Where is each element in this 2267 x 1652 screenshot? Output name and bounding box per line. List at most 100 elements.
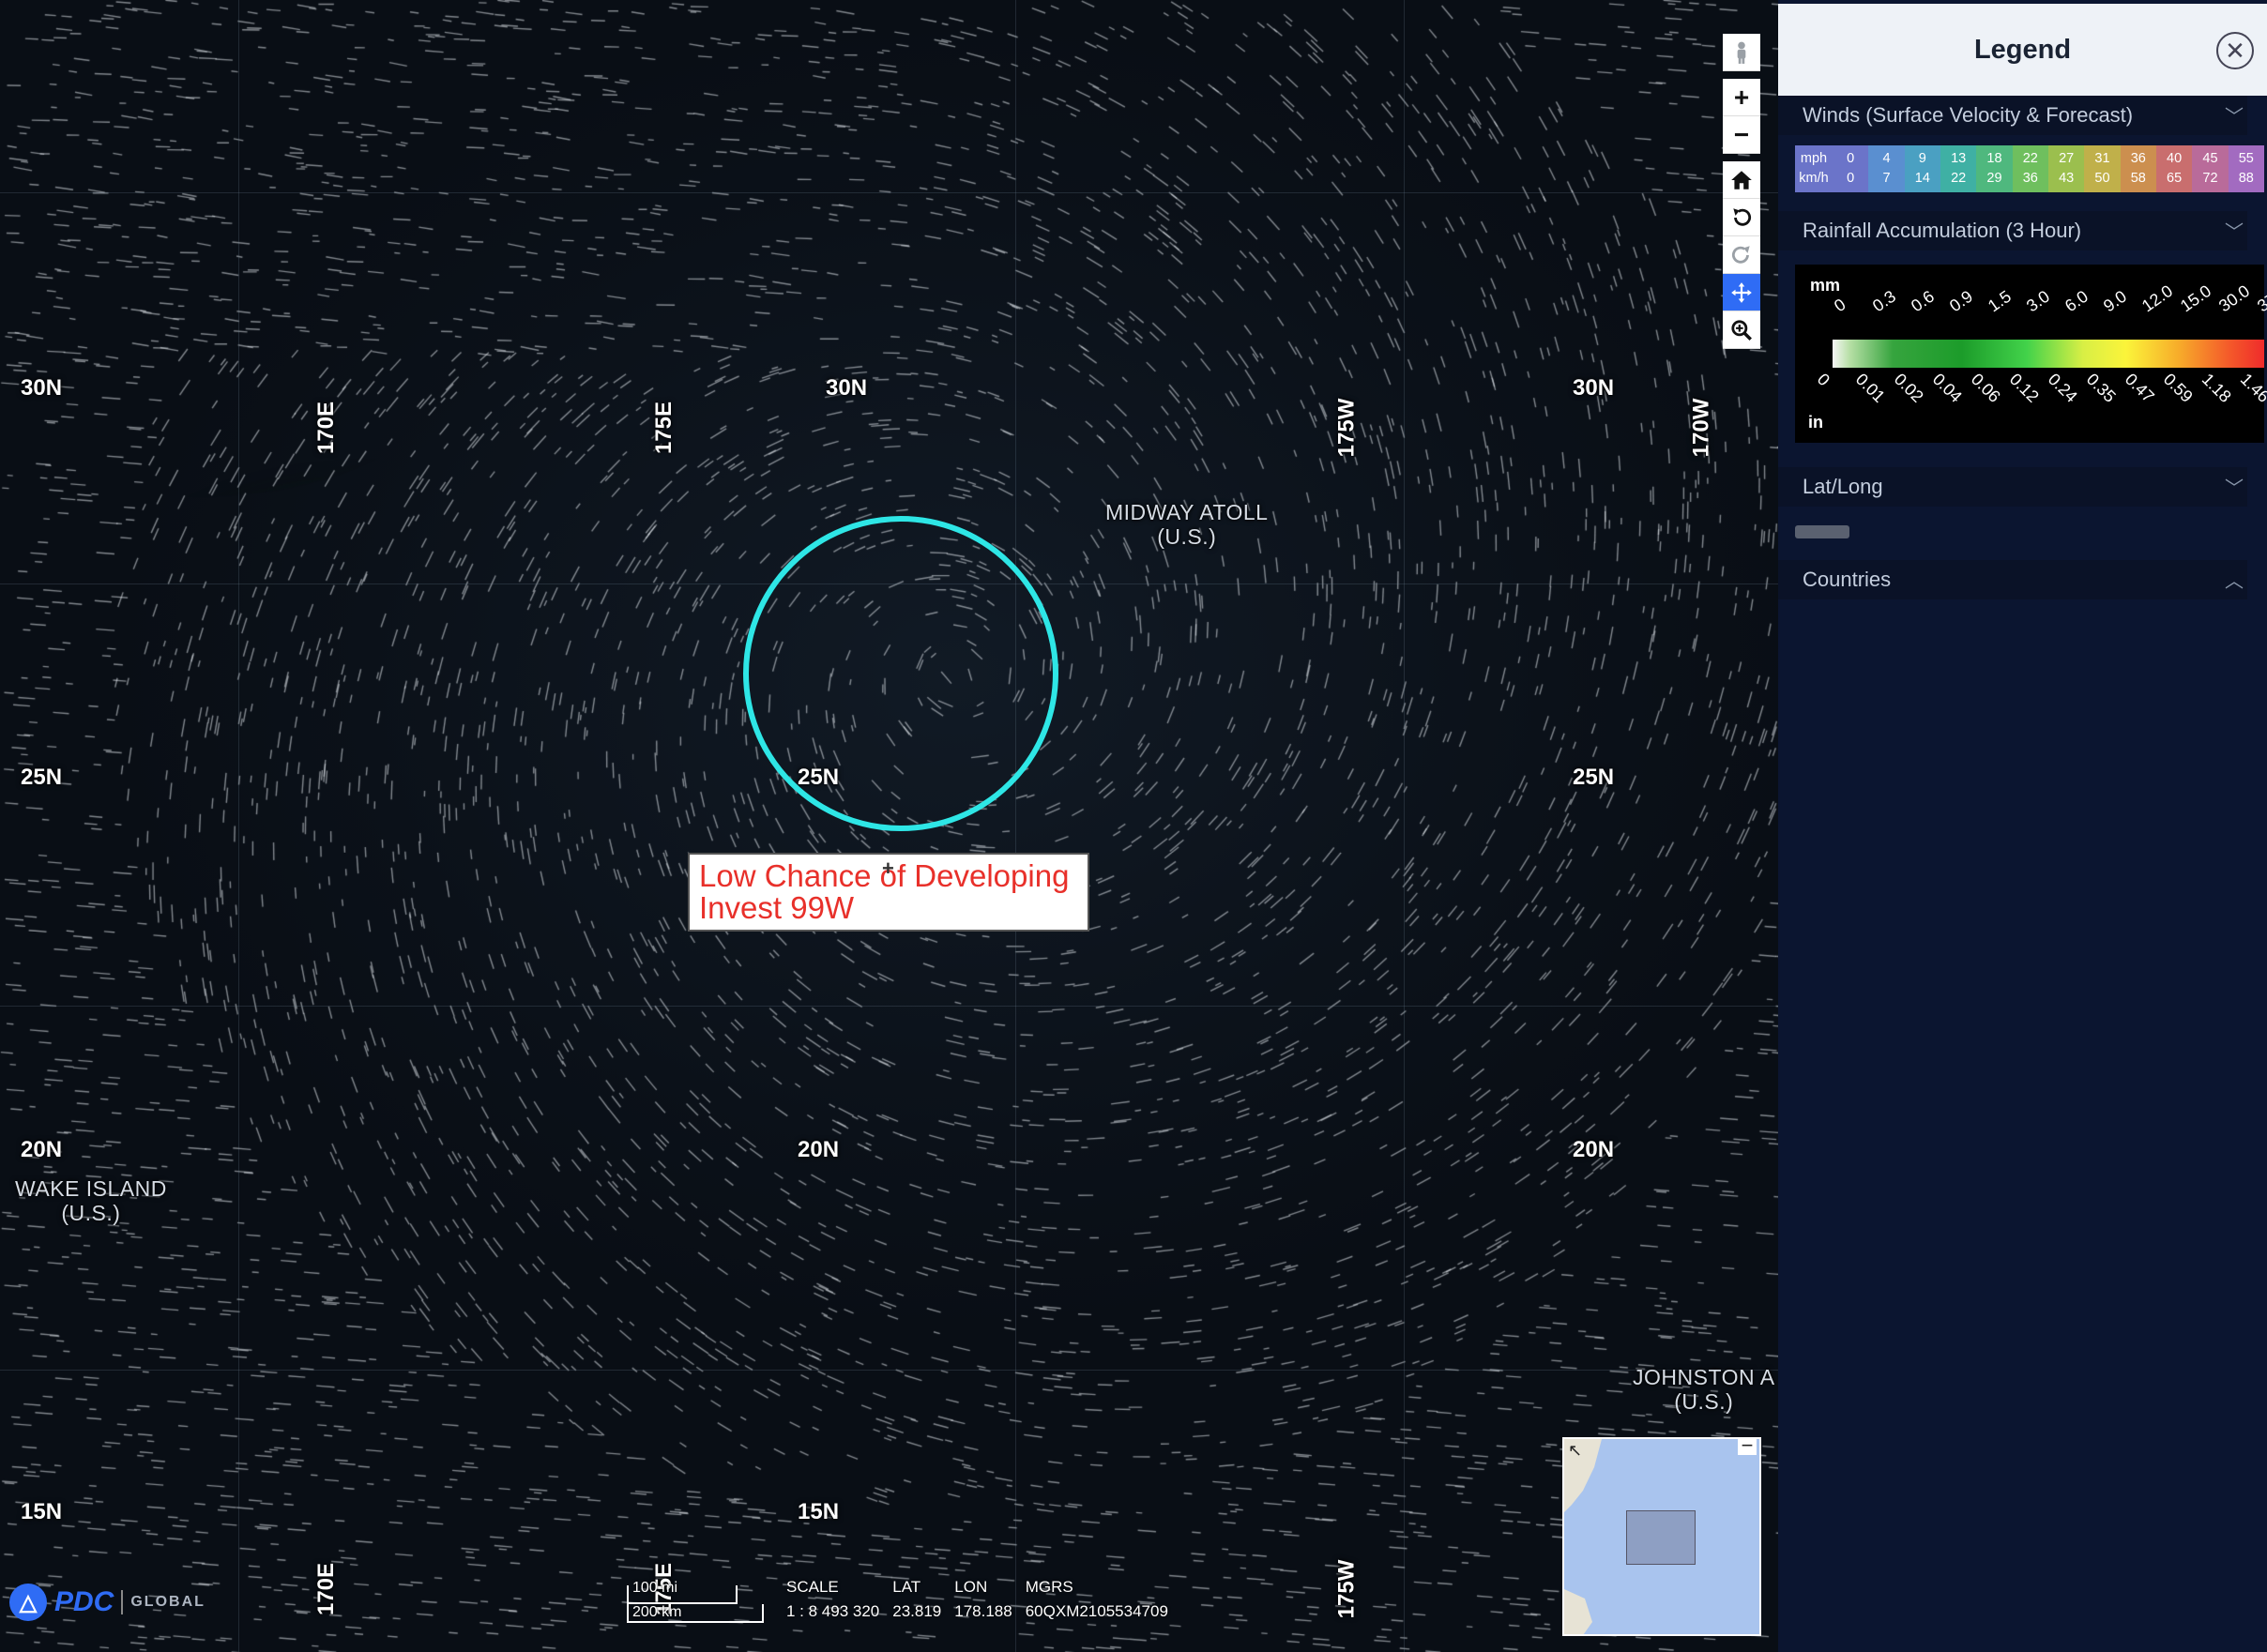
zoom-out-button[interactable]: −	[1723, 116, 1760, 154]
home-icon[interactable]	[1723, 161, 1760, 199]
wind-scale-step: 31 50	[2084, 145, 2121, 192]
rotate-left-icon[interactable]	[1723, 199, 1760, 236]
wind-scale-step: 40 65	[2155, 145, 2193, 192]
wind-scale-step: 55 88	[2228, 145, 2264, 192]
legend-section-countries[interactable]: Countries ︿	[1778, 560, 2247, 599]
legend-section-latlong[interactable]: Lat/Long ﹀	[1778, 467, 2247, 507]
lat-readout: LAT 23.819	[892, 1578, 941, 1621]
minimap-collapse-button[interactable]: −	[1738, 1439, 1757, 1456]
rain-mm-tick: 9.0	[2100, 286, 2130, 316]
wind-scale-step: 47	[1868, 145, 1905, 192]
wind-kmh-value: 50	[2094, 171, 2110, 186]
coordinate-readout: SCALE 1 : 8 493 320 LAT 23.819 LON 178.1…	[786, 1578, 1168, 1621]
storm-name-text: Invest 99W	[699, 890, 855, 925]
wind-unit-mph: mph	[1800, 151, 1828, 166]
mgrs-readout: MGRS 60QXM2105534709	[1026, 1578, 1168, 1621]
wind-scale-step: 22 36	[2012, 145, 2048, 192]
section-title: Lat/Long	[1803, 475, 1883, 498]
legend-panel: Legend ✕ Winds (Surface Velocity & Forec…	[1778, 0, 2267, 1652]
scale-tick	[627, 1585, 629, 1623]
scale-line-km	[627, 1621, 764, 1623]
scale-head: SCALE	[786, 1578, 839, 1596]
expand-icon[interactable]: ↖	[1568, 1441, 1582, 1461]
lat-label: 30N	[826, 375, 868, 401]
rain-mm-tick: 0.6	[1908, 286, 1938, 316]
wind-kmh-value: 0	[1847, 171, 1855, 186]
chevron-down-icon[interactable]: ﹀	[2225, 101, 2244, 129]
chevron-up-icon[interactable]: ︿	[2225, 566, 2244, 593]
lat-label: 25N	[21, 765, 63, 790]
wind-kmh-value: 36	[2022, 171, 2038, 186]
wind-scale-step: 00	[1833, 145, 1869, 192]
mgrs-head: MGRS	[1025, 1578, 1073, 1596]
graticule-line	[0, 192, 1778, 193]
rain-mm-tick: 6.0	[2062, 286, 2092, 316]
zoom-box-icon[interactable]	[1723, 311, 1760, 349]
wind-mph-value: 45	[2202, 151, 2218, 166]
rain-unit-mm: mm	[1810, 276, 1841, 295]
rain-mm-tick: 37.0	[2254, 280, 2267, 316]
scale-tick	[736, 1585, 738, 1604]
storm-area-ring[interactable]	[743, 516, 1058, 831]
place-country: (U.S.)	[1674, 1389, 1734, 1414]
wind-mph-value: 18	[1986, 151, 2002, 166]
zoom-in-button[interactable]: +	[1723, 79, 1760, 116]
scale-value: 1 : 8 493 320	[786, 1602, 880, 1620]
lon-head: LON	[954, 1578, 988, 1596]
wind-mph-value: 27	[2059, 151, 2075, 166]
wind-mph-value: 0	[1847, 151, 1855, 166]
lat-head: LAT	[892, 1578, 921, 1596]
lon-label: 170E	[313, 401, 340, 455]
scale-bar: 100 mi 200 km	[627, 1576, 768, 1623]
pan-icon[interactable]	[1723, 274, 1760, 311]
pegman-icon[interactable]	[1723, 34, 1760, 71]
wind-mph-value: 4	[1882, 151, 1891, 166]
graticule-line	[238, 0, 239, 1652]
wind-mph-value: 40	[2167, 151, 2183, 166]
close-icon[interactable]: ✕	[2216, 32, 2254, 69]
minimap-viewport[interactable]	[1626, 1510, 1696, 1565]
rain-in-tick: 0.12	[2005, 370, 2043, 406]
rain-mm-tick: 30.0	[2215, 280, 2254, 316]
wind-mph-value: 9	[1918, 151, 1926, 166]
latlong-line-swatch	[1795, 525, 1849, 538]
logo-divider	[121, 1590, 124, 1614]
rain-in-tick: 0.35	[2082, 370, 2120, 406]
place-label-wake: WAKE ISLAND (U.S.)	[15, 1176, 167, 1225]
place-label-johnston: JOHNSTON A (U.S.)	[1633, 1365, 1775, 1414]
legend-section-winds[interactable]: Winds (Surface Velocity & Forecast) ﹀	[1778, 96, 2247, 135]
wind-kmh-value: 29	[1986, 171, 2002, 186]
wind-scale-step: 18 29	[1976, 145, 2013, 192]
rain-mm-tick: 0.9	[1946, 286, 1976, 316]
lat-label: 20N	[21, 1137, 63, 1162]
graticule-line	[0, 1370, 1778, 1371]
rain-in-tick: 0.47	[2121, 370, 2158, 406]
lat-value: 23.819	[892, 1602, 942, 1620]
overview-minimap[interactable]: ↖ −	[1562, 1437, 1761, 1636]
wind-kmh-value: 22	[1951, 171, 1967, 186]
lon-label: 170E	[313, 1562, 340, 1616]
place-name: MIDWAY ATOLL	[1105, 500, 1269, 524]
rotate-right-icon[interactable]	[1723, 236, 1760, 274]
chevron-down-icon[interactable]: ﹀	[2225, 217, 2244, 244]
wind-mph-value: 13	[1951, 151, 1967, 166]
section-title: Winds (Surface Velocity & Forecast)	[1803, 103, 2134, 127]
wind-kmh-value: 7	[1882, 171, 1891, 186]
rainfall-gradient	[1833, 340, 2264, 368]
rain-mm-tick: 0.3	[1869, 286, 1899, 316]
pdc-logo: △ PDC GLOBAL	[9, 1584, 205, 1621]
graticule-line	[1015, 0, 1016, 1652]
wind-scale-step: 9 14	[1904, 145, 1940, 192]
map-view[interactable]: 30N 30N 30N 25N 25N 25N 20N 20N 20N 15N …	[0, 0, 1778, 1652]
graticule-line	[1404, 0, 1405, 1652]
map-toolbar: + −	[1723, 34, 1760, 349]
wind-kmh-value: 65	[2167, 171, 2183, 186]
legend-title: Legend	[1973, 34, 2072, 65]
rain-in-tick: 0	[1813, 370, 1834, 390]
rain-mm-tick: 12.0	[2138, 280, 2177, 316]
legend-section-rainfall[interactable]: Rainfall Accumulation (3 Hour) ﹀	[1778, 211, 2247, 250]
lon-label: 175W	[1333, 398, 1360, 458]
lat-label: 15N	[21, 1499, 63, 1524]
chevron-down-icon[interactable]: ﹀	[2225, 473, 2244, 500]
section-title: Rainfall Accumulation (3 Hour)	[1803, 219, 2082, 242]
